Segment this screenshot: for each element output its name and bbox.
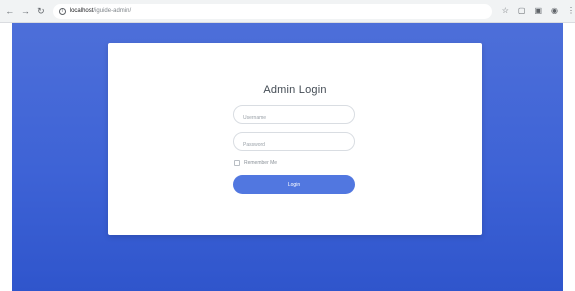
remember-me-checkbox[interactable] [234, 160, 240, 166]
login-button[interactable]: Login [233, 175, 355, 194]
forward-icon[interactable]: → [20, 5, 32, 17]
login-card: Admin Login Remember Me Login [108, 43, 482, 235]
remember-me[interactable]: Remember Me [234, 160, 277, 166]
password-field[interactable] [233, 132, 355, 154]
remember-me-label[interactable]: Remember Me [244, 160, 277, 166]
extension-icon[interactable]: ▣ [534, 7, 542, 15]
url-host: localhost [69, 8, 94, 14]
url-path: /iguide-admin/ [93, 8, 132, 14]
username-field[interactable] [233, 105, 355, 127]
star-icon[interactable]: ☆ [502, 7, 509, 15]
reload-icon[interactable]: ↻ [35, 5, 47, 17]
back-icon[interactable]: ← [4, 5, 16, 17]
browser-toolbar: ← → ↻ i localhost/iguide-admin/ ☆ ▢ ▣ ◉ … [0, 0, 575, 23]
cast-icon[interactable]: ▢ [518, 7, 526, 15]
profile-icon[interactable]: ◉ [551, 7, 558, 15]
browser-actions: ☆ ▢ ▣ ◉ ⋮ [502, 7, 575, 15]
site-info-icon[interactable]: i [58, 7, 66, 15]
password-input[interactable] [234, 136, 354, 154]
menu-icon[interactable]: ⋮ [567, 7, 575, 15]
address-bar[interactable]: i localhost/iguide-admin/ [52, 3, 492, 19]
login-title: Admin Login [263, 84, 327, 96]
username-input[interactable] [234, 109, 354, 127]
page-background: Admin Login Remember Me Login [12, 23, 563, 291]
